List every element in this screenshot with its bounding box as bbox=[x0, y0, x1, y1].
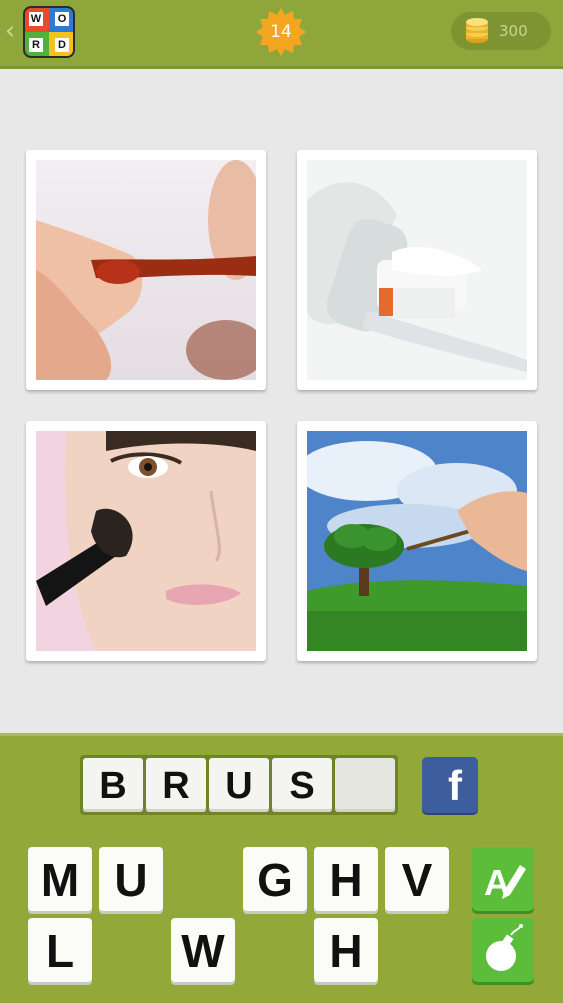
logo-letter: R bbox=[29, 38, 43, 52]
paint-brush-tree-photo bbox=[307, 431, 527, 651]
letter-key[interactable]: M bbox=[28, 847, 92, 911]
logo-letter: O bbox=[55, 12, 69, 26]
letter-key[interactable]: W bbox=[171, 918, 235, 982]
letter-key[interactable]: G bbox=[243, 847, 307, 911]
pen-letter-icon: A bbox=[484, 862, 526, 903]
letter-key[interactable]: V bbox=[385, 847, 449, 911]
bomb-icon bbox=[486, 924, 523, 971]
picture-2[interactable] bbox=[297, 150, 537, 390]
reveal-letter-button[interactable]: A bbox=[472, 847, 534, 911]
answer-slot[interactable] bbox=[335, 758, 395, 812]
letter-key[interactable]: H bbox=[314, 918, 378, 982]
picture-3[interactable] bbox=[26, 421, 266, 661]
coin-count: 300 bbox=[499, 22, 528, 40]
letter-key[interactable]: U bbox=[99, 847, 163, 911]
letter-key[interactable]: L bbox=[28, 918, 92, 982]
facebook-share-button[interactable]: f bbox=[422, 757, 478, 813]
answer-slot[interactable]: R bbox=[146, 758, 206, 812]
answer-slot[interactable]: S bbox=[272, 758, 332, 812]
answer-slot[interactable]: U bbox=[209, 758, 269, 812]
top-bar: ‹ W O R D 14 300 bbox=[0, 0, 563, 69]
coin-counter[interactable]: 300 bbox=[451, 12, 551, 50]
makeup-brush-photo bbox=[36, 431, 256, 651]
picture-4[interactable] bbox=[297, 421, 537, 661]
level-badge: 14 bbox=[255, 6, 307, 58]
coin-stack-icon bbox=[466, 18, 488, 43]
nail-polish-brush-photo bbox=[36, 160, 256, 380]
logo-letter: W bbox=[29, 12, 43, 26]
app-logo[interactable]: W O R D bbox=[23, 6, 75, 58]
level-number: 14 bbox=[270, 22, 292, 42]
toothbrush-photo bbox=[307, 160, 527, 380]
facebook-icon: f bbox=[448, 762, 462, 809]
logo-letter: D bbox=[55, 38, 69, 52]
answer-slots: B R U S bbox=[80, 755, 398, 815]
answer-slot[interactable]: B bbox=[83, 758, 143, 812]
picture-1[interactable] bbox=[26, 150, 266, 390]
chevron-left-icon[interactable]: ‹ bbox=[5, 18, 15, 44]
remove-letters-button[interactable] bbox=[472, 918, 534, 982]
letter-key[interactable]: H bbox=[314, 847, 378, 911]
